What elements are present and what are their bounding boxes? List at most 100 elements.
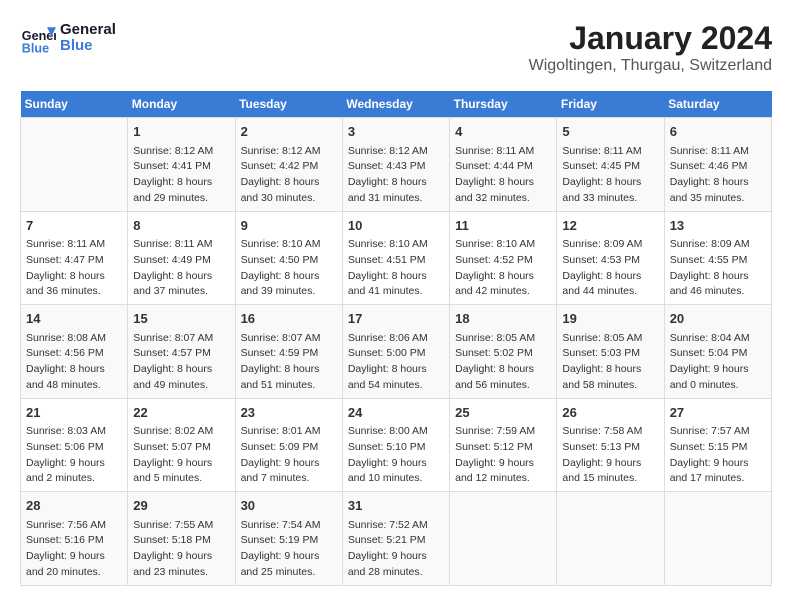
title-block: January 2024 Wigoltingen, Thurgau, Switz… [529, 20, 772, 75]
day-info: Sunset: 4:41 PM [133, 159, 229, 175]
day-info: Daylight: 9 hours [348, 549, 444, 565]
day-info: Sunrise: 7:54 AM [241, 518, 337, 534]
day-info: Sunset: 5:03 PM [562, 346, 658, 362]
day-info: Sunrise: 8:10 AM [348, 237, 444, 253]
day-info: Sunset: 4:52 PM [455, 253, 551, 269]
day-info: and 15 minutes. [562, 471, 658, 487]
day-cell: 15Sunrise: 8:07 AMSunset: 4:57 PMDayligh… [128, 305, 235, 399]
day-number: 10 [348, 216, 444, 236]
logo-icon: General Blue [20, 20, 56, 56]
day-info: Sunset: 4:43 PM [348, 159, 444, 175]
day-info: Sunrise: 7:55 AM [133, 518, 229, 534]
day-number: 18 [455, 309, 551, 329]
day-number: 16 [241, 309, 337, 329]
day-info: and 35 minutes. [670, 191, 766, 207]
day-info: Sunrise: 8:09 AM [562, 237, 658, 253]
day-info: and 23 minutes. [133, 565, 229, 581]
day-cell: 27Sunrise: 7:57 AMSunset: 5:15 PMDayligh… [664, 398, 771, 492]
day-info: Sunrise: 8:02 AM [133, 424, 229, 440]
day-info: and 41 minutes. [348, 284, 444, 300]
day-info: and 12 minutes. [455, 471, 551, 487]
day-info: Sunrise: 8:00 AM [348, 424, 444, 440]
header-cell-thursday: Thursday [450, 91, 557, 118]
day-number: 22 [133, 403, 229, 423]
day-info: Daylight: 9 hours [670, 362, 766, 378]
page-header: General Blue General Blue January 2024 W… [20, 20, 772, 75]
day-info: Sunrise: 8:07 AM [241, 331, 337, 347]
day-info: Sunset: 4:56 PM [26, 346, 122, 362]
day-cell: 14Sunrise: 8:08 AMSunset: 4:56 PMDayligh… [21, 305, 128, 399]
header-cell-tuesday: Tuesday [235, 91, 342, 118]
day-info: and 33 minutes. [562, 191, 658, 207]
day-info: and 58 minutes. [562, 378, 658, 394]
day-cell: 3Sunrise: 8:12 AMSunset: 4:43 PMDaylight… [342, 118, 449, 212]
day-info: and 39 minutes. [241, 284, 337, 300]
day-cell: 13Sunrise: 8:09 AMSunset: 4:55 PMDayligh… [664, 211, 771, 305]
day-info: Daylight: 8 hours [562, 362, 658, 378]
day-info: Sunrise: 8:10 AM [241, 237, 337, 253]
day-number: 8 [133, 216, 229, 236]
day-info: Daylight: 9 hours [241, 549, 337, 565]
day-info: Sunrise: 8:10 AM [455, 237, 551, 253]
day-info: and 51 minutes. [241, 378, 337, 394]
day-info: Sunset: 4:45 PM [562, 159, 658, 175]
day-info: Sunset: 4:47 PM [26, 253, 122, 269]
day-info: and 17 minutes. [670, 471, 766, 487]
day-cell: 23Sunrise: 8:01 AMSunset: 5:09 PMDayligh… [235, 398, 342, 492]
day-info: Sunset: 5:15 PM [670, 440, 766, 456]
day-cell: 22Sunrise: 8:02 AMSunset: 5:07 PMDayligh… [128, 398, 235, 492]
header-cell-sunday: Sunday [21, 91, 128, 118]
day-info: Sunrise: 8:05 AM [562, 331, 658, 347]
day-cell: 6Sunrise: 8:11 AMSunset: 4:46 PMDaylight… [664, 118, 771, 212]
day-number: 31 [348, 496, 444, 516]
day-info: and 54 minutes. [348, 378, 444, 394]
day-info: Sunrise: 8:11 AM [455, 144, 551, 160]
day-info: Daylight: 8 hours [133, 269, 229, 285]
day-info: Daylight: 8 hours [348, 175, 444, 191]
day-info: Sunset: 5:09 PM [241, 440, 337, 456]
day-cell: 21Sunrise: 8:03 AMSunset: 5:06 PMDayligh… [21, 398, 128, 492]
day-cell: 4Sunrise: 8:11 AMSunset: 4:44 PMDaylight… [450, 118, 557, 212]
day-number: 30 [241, 496, 337, 516]
day-cell: 28Sunrise: 7:56 AMSunset: 5:16 PMDayligh… [21, 492, 128, 586]
day-info: Daylight: 8 hours [348, 269, 444, 285]
day-info: and 31 minutes. [348, 191, 444, 207]
day-number: 2 [241, 122, 337, 142]
day-info: Sunrise: 8:12 AM [241, 144, 337, 160]
day-number: 9 [241, 216, 337, 236]
header-cell-monday: Monday [128, 91, 235, 118]
day-cell: 26Sunrise: 7:58 AMSunset: 5:13 PMDayligh… [557, 398, 664, 492]
day-info: Sunset: 5:16 PM [26, 533, 122, 549]
day-info: and 42 minutes. [455, 284, 551, 300]
day-cell [21, 118, 128, 212]
day-info: Daylight: 8 hours [133, 362, 229, 378]
day-info: Sunrise: 8:11 AM [562, 144, 658, 160]
day-info: and 32 minutes. [455, 191, 551, 207]
day-info: Sunset: 4:42 PM [241, 159, 337, 175]
day-info: Sunrise: 8:11 AM [670, 144, 766, 160]
day-info: Sunset: 5:21 PM [348, 533, 444, 549]
day-info: Sunset: 5:10 PM [348, 440, 444, 456]
day-info: Daylight: 9 hours [241, 456, 337, 472]
day-info: Daylight: 8 hours [26, 362, 122, 378]
day-number: 3 [348, 122, 444, 142]
logo-line1: General [60, 22, 116, 39]
day-info: and 36 minutes. [26, 284, 122, 300]
day-cell: 24Sunrise: 8:00 AMSunset: 5:10 PMDayligh… [342, 398, 449, 492]
day-info: and 28 minutes. [348, 565, 444, 581]
day-info: Sunset: 5:07 PM [133, 440, 229, 456]
day-info: Sunrise: 7:52 AM [348, 518, 444, 534]
day-cell: 10Sunrise: 8:10 AMSunset: 4:51 PMDayligh… [342, 211, 449, 305]
day-number: 17 [348, 309, 444, 329]
day-info: Sunset: 5:04 PM [670, 346, 766, 362]
day-info: and 7 minutes. [241, 471, 337, 487]
day-cell: 12Sunrise: 8:09 AMSunset: 4:53 PMDayligh… [557, 211, 664, 305]
day-cell: 7Sunrise: 8:11 AMSunset: 4:47 PMDaylight… [21, 211, 128, 305]
day-number: 27 [670, 403, 766, 423]
day-info: Sunset: 4:50 PM [241, 253, 337, 269]
day-info: and 25 minutes. [241, 565, 337, 581]
day-number: 7 [26, 216, 122, 236]
day-info: and 56 minutes. [455, 378, 551, 394]
day-info: Sunset: 4:46 PM [670, 159, 766, 175]
day-cell: 2Sunrise: 8:12 AMSunset: 4:42 PMDaylight… [235, 118, 342, 212]
